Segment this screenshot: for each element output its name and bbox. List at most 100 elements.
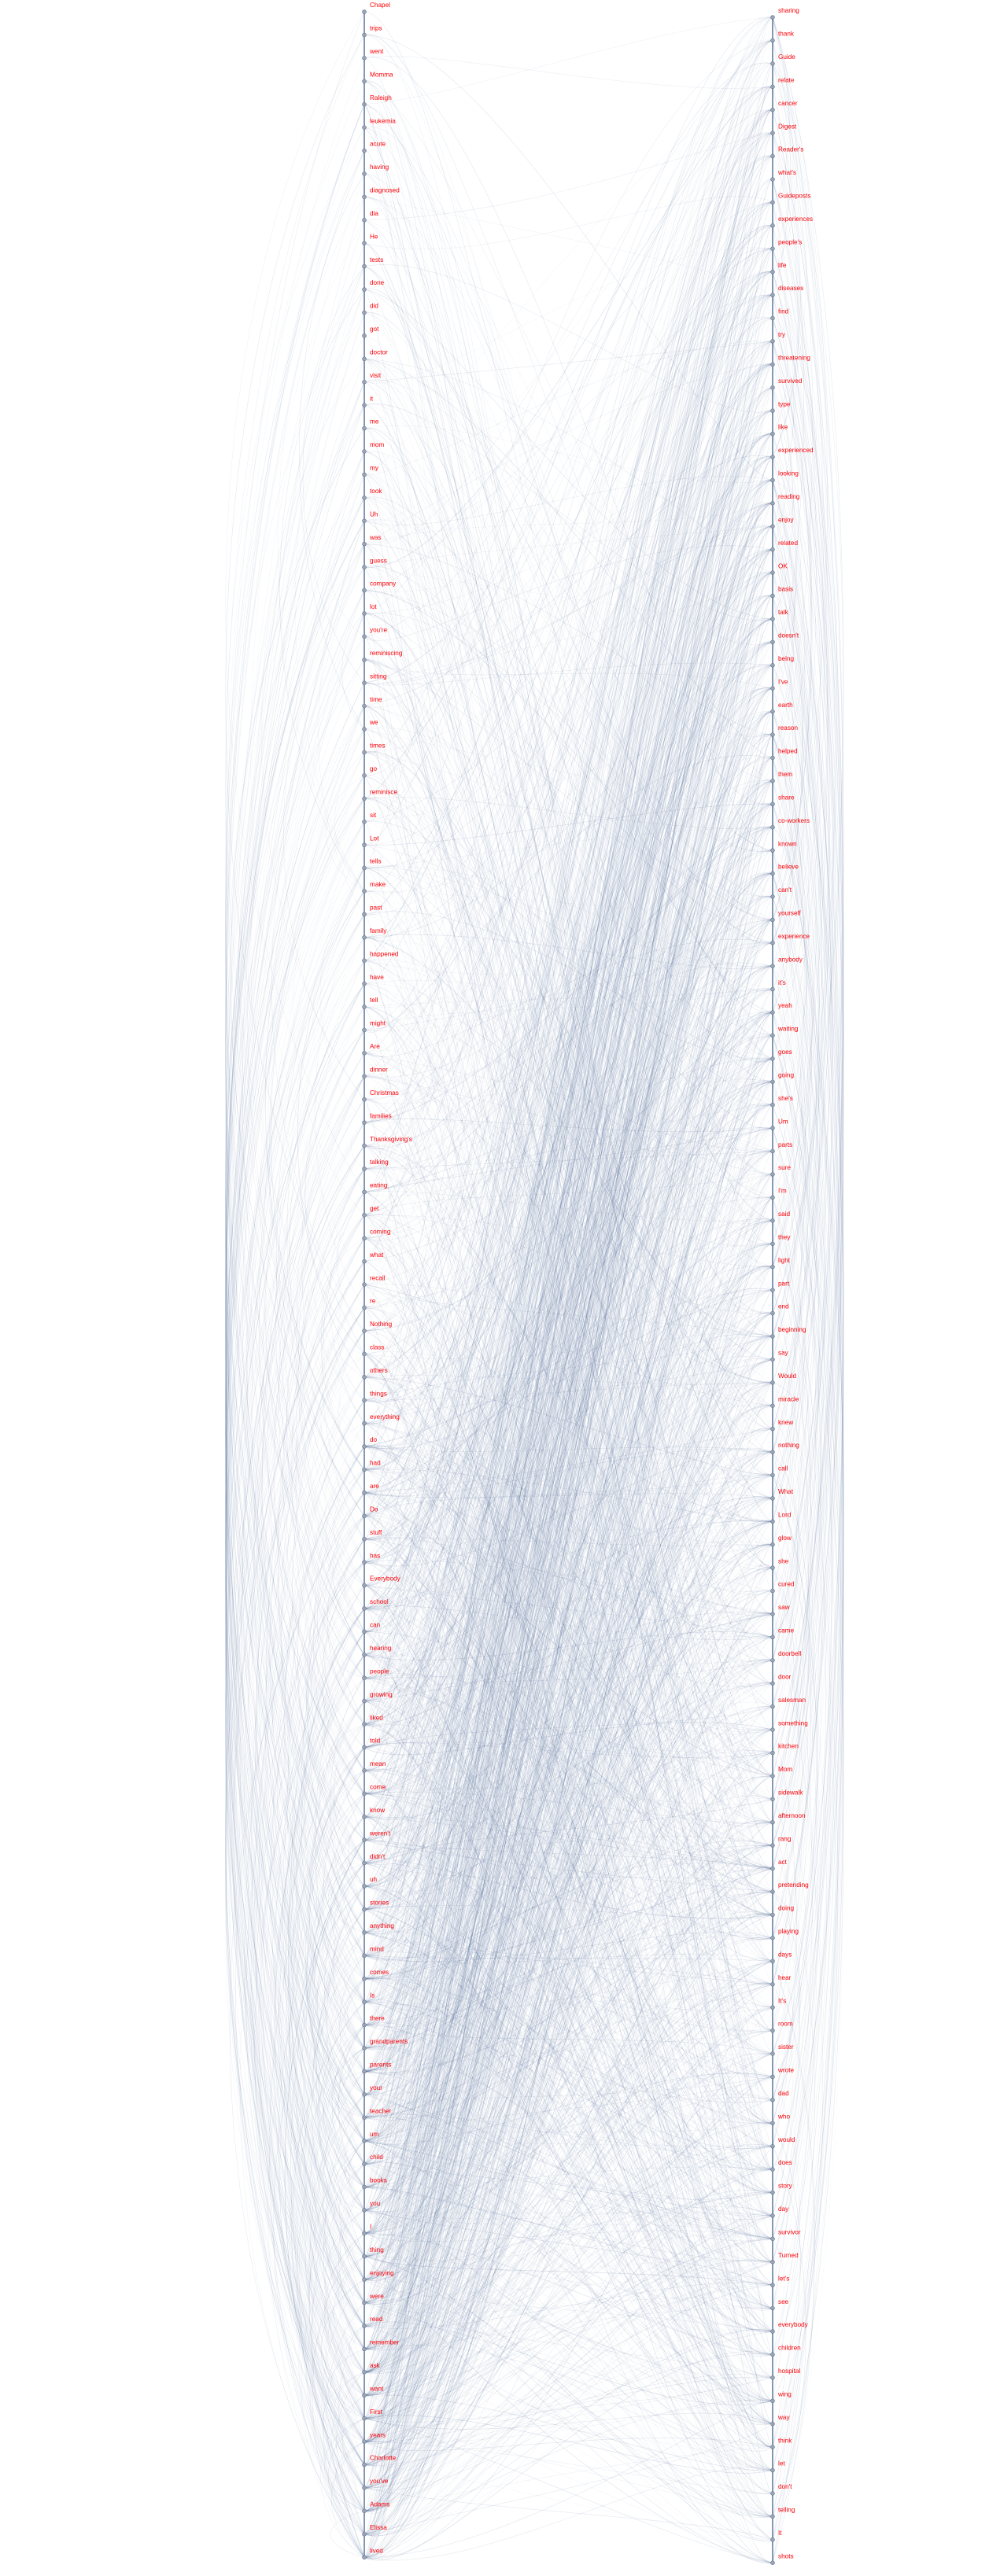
graph-node[interactable] xyxy=(770,1010,775,1015)
graph-node[interactable] xyxy=(770,871,775,876)
graph-node[interactable] xyxy=(770,2491,775,2496)
graph-node[interactable] xyxy=(362,1051,367,1056)
graph-node[interactable] xyxy=(362,1999,367,2004)
graph-node[interactable] xyxy=(770,223,775,228)
graph-node[interactable] xyxy=(770,917,775,923)
graph-node[interactable] xyxy=(770,1704,775,1709)
graph-node[interactable] xyxy=(770,477,775,483)
graph-node[interactable] xyxy=(362,1513,367,1519)
graph-node[interactable] xyxy=(770,269,775,275)
graph-node[interactable] xyxy=(770,1357,775,1362)
graph-node[interactable] xyxy=(362,1120,367,1125)
graph-node[interactable] xyxy=(770,107,775,112)
graph-node[interactable] xyxy=(770,2098,775,2102)
graph-node[interactable] xyxy=(362,1907,367,1912)
graph-node[interactable] xyxy=(770,1889,775,1894)
graph-node[interactable] xyxy=(362,241,367,245)
graph-node[interactable] xyxy=(362,634,367,639)
graph-node[interactable] xyxy=(770,1310,775,1316)
graph-node[interactable] xyxy=(362,56,367,61)
graph-node[interactable] xyxy=(770,1658,775,1663)
graph-node[interactable] xyxy=(770,1033,775,1038)
graph-node[interactable] xyxy=(362,2462,367,2467)
graph-node[interactable] xyxy=(362,1536,367,1542)
graph-node[interactable] xyxy=(362,773,367,778)
graph-node[interactable] xyxy=(362,171,367,176)
graph-node[interactable] xyxy=(770,593,775,599)
graph-node[interactable] xyxy=(770,1102,775,1107)
graph-node[interactable] xyxy=(770,686,775,691)
graph-node[interactable] xyxy=(770,293,775,297)
graph-node[interactable] xyxy=(362,2022,367,2028)
graph-node[interactable] xyxy=(362,2439,367,2444)
graph-node[interactable] xyxy=(770,1195,775,1200)
graph-node[interactable] xyxy=(362,2393,367,2398)
graph-node[interactable] xyxy=(362,1930,367,1935)
graph-node[interactable] xyxy=(770,84,775,90)
graph-node[interactable] xyxy=(770,1426,775,1432)
graph-node[interactable] xyxy=(362,9,367,14)
graph-node[interactable] xyxy=(770,941,775,945)
graph-node[interactable] xyxy=(770,38,775,43)
graph-node[interactable] xyxy=(362,1421,367,1426)
graph-node[interactable] xyxy=(770,2259,775,2265)
graph-node[interactable] xyxy=(362,1722,367,1727)
graph-node[interactable] xyxy=(362,1444,367,1449)
graph-node[interactable] xyxy=(770,755,775,761)
graph-node[interactable] xyxy=(362,865,367,871)
graph-node[interactable] xyxy=(362,2277,367,2282)
graph-node[interactable] xyxy=(770,385,775,390)
graph-node[interactable] xyxy=(770,709,775,714)
graph-node[interactable] xyxy=(362,2069,367,2074)
graph-node[interactable] xyxy=(770,1797,775,1802)
graph-node[interactable] xyxy=(362,889,367,894)
graph-node[interactable] xyxy=(362,935,367,940)
graph-node[interactable] xyxy=(770,1681,775,1686)
graph-node[interactable] xyxy=(362,1351,367,1357)
graph-node[interactable] xyxy=(770,570,775,575)
graph-node[interactable] xyxy=(362,1398,367,1402)
graph-node[interactable] xyxy=(362,1860,367,1866)
graph-node[interactable] xyxy=(770,2352,775,2357)
graph-node[interactable] xyxy=(362,588,367,593)
graph-node[interactable] xyxy=(770,339,775,344)
graph-node[interactable] xyxy=(362,1745,367,1750)
graph-node[interactable] xyxy=(770,1843,775,1848)
graph-node[interactable] xyxy=(770,802,775,807)
graph-node[interactable] xyxy=(362,981,367,986)
graph-node[interactable] xyxy=(362,1259,367,1264)
graph-node[interactable] xyxy=(770,2467,775,2473)
graph-node[interactable] xyxy=(770,61,775,66)
graph-node[interactable] xyxy=(362,263,367,269)
graph-node[interactable] xyxy=(770,2051,775,2056)
graph-node[interactable] xyxy=(362,2300,367,2305)
graph-node[interactable] xyxy=(770,1912,775,1918)
graph-node[interactable] xyxy=(770,1981,775,1987)
graph-node[interactable] xyxy=(770,2329,775,2334)
graph-node[interactable] xyxy=(362,518,367,523)
graph-node[interactable] xyxy=(770,408,775,413)
graph-node[interactable] xyxy=(770,2167,775,2172)
graph-node[interactable] xyxy=(362,1953,367,1959)
graph-node[interactable] xyxy=(362,79,367,84)
graph-node[interactable] xyxy=(770,2074,775,2080)
graph-node[interactable] xyxy=(362,1213,367,1218)
graph-node[interactable] xyxy=(362,1629,367,1634)
graph-node[interactable] xyxy=(770,2005,775,2010)
graph-node[interactable] xyxy=(770,1774,775,1778)
graph-node[interactable] xyxy=(770,1126,775,1130)
graph-node[interactable] xyxy=(362,1768,367,1773)
graph-node[interactable] xyxy=(770,131,775,135)
graph-node[interactable] xyxy=(770,1496,775,1501)
graph-node[interactable] xyxy=(362,2416,367,2421)
graph-node[interactable] xyxy=(770,2213,775,2218)
graph-node[interactable] xyxy=(770,732,775,737)
graph-node[interactable] xyxy=(362,1096,367,1102)
graph-node[interactable] xyxy=(362,703,367,709)
graph-node[interactable] xyxy=(770,1264,775,1270)
graph-node[interactable] xyxy=(770,1403,775,1408)
graph-node[interactable] xyxy=(362,1653,367,1657)
graph-node[interactable] xyxy=(362,1004,367,1009)
graph-node[interactable] xyxy=(770,1056,775,1061)
graph-node[interactable] xyxy=(362,1837,367,1842)
